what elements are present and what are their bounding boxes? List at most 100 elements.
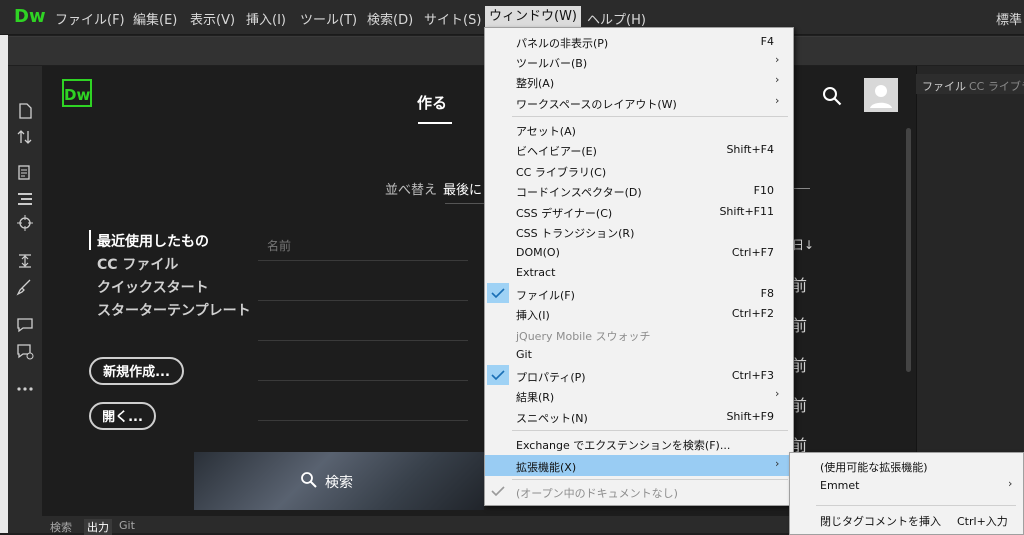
table-row-divider [258, 340, 468, 341]
chevron-right-icon: › [1008, 477, 1013, 490]
shortcut-properties: Ctrl+F3 [731, 369, 774, 382]
nav-starter-templates[interactable]: スターターテンプレート [97, 300, 251, 320]
menu-separator [512, 430, 788, 431]
check-icon [487, 283, 509, 303]
shortcut-code-inspector: F10 [753, 184, 774, 197]
shortcut-files: F8 [760, 287, 774, 300]
submenu-item-emmet[interactable]: Emmet [820, 479, 859, 492]
menu-item-hide-panels[interactable]: パネルの非表示(P) [516, 35, 608, 51]
menu-item-arrange[interactable]: 整列(A) [516, 75, 554, 91]
menu-item-behaviors[interactable]: ビヘイビアー(E) [516, 143, 597, 159]
code-inspect-icon[interactable] [16, 164, 34, 182]
table-row-divider [258, 380, 468, 381]
brush-icon[interactable] [16, 278, 34, 296]
table-row-divider [258, 260, 468, 261]
nav-cc-files[interactable]: CC ファイル [97, 254, 178, 274]
shortcut-css-designer: Shift+F11 [719, 205, 774, 218]
chevron-right-icon: › [775, 53, 780, 66]
shortcut-behaviors: Shift+F4 [726, 143, 774, 156]
menu-item-assets[interactable]: アセット(A) [516, 123, 576, 139]
menu-item-css-transitions[interactable]: CSS トランジション(R) [516, 225, 634, 241]
expand-collapse-icon[interactable] [16, 252, 34, 270]
submenu-item-available: (使用可能な拡張機能) [820, 461, 928, 474]
scrollbar[interactable] [906, 128, 911, 372]
column-header-name[interactable]: 名前 [267, 237, 291, 254]
search-icon[interactable] [822, 86, 842, 109]
tab-create[interactable]: 作る [417, 92, 447, 113]
workspace-label[interactable]: 標準 [996, 9, 1022, 28]
sort-underline [445, 203, 485, 204]
sort-label: 並べ替え [385, 183, 438, 198]
menu-insert[interactable]: 挿入(I) [246, 9, 286, 28]
window-edge [0, 34, 8, 533]
column-header-date[interactable]: 日↓ [792, 236, 814, 253]
chevron-right-icon: › [775, 457, 780, 470]
start-logo: Dw [62, 79, 92, 107]
search-banner-text: 検索 [325, 475, 353, 491]
shortcut-dom: Ctrl+F7 [731, 246, 774, 259]
chevron-right-icon: › [775, 94, 780, 107]
submenu-item-insert-close-tag-comment[interactable]: 閉じタグコメントを挿入 [820, 513, 941, 529]
menu-item-properties[interactable]: プロパティ(P) [516, 369, 586, 385]
nav-selected-marker [89, 230, 91, 250]
menu-item-snippets[interactable]: スニペット(N) [516, 410, 588, 426]
menu-item-no-documents: (オープン中のドキュメントなし) [516, 487, 678, 500]
sort-dropdown[interactable]: 最後に [443, 179, 482, 198]
tab-git[interactable]: Git [119, 519, 135, 532]
nav-recent[interactable]: 最近使用したもの [97, 231, 209, 251]
tool-rail [8, 66, 43, 516]
menu-find[interactable]: 検索(D) [367, 9, 413, 28]
nav-quick-start[interactable]: クイックスタート [97, 277, 209, 297]
menu-window[interactable]: ウィンドウ(W) [485, 6, 581, 28]
menu-site[interactable]: サイト(S) [424, 9, 481, 28]
format-source-icon[interactable] [16, 190, 34, 208]
target-icon[interactable] [16, 214, 34, 232]
menu-file[interactable]: ファイル(F) [55, 9, 125, 28]
menu-item-css-designer[interactable]: CSS デザイナー(C) [516, 205, 612, 221]
menu-item-extensions[interactable]: 拡張機能(X) [516, 459, 576, 475]
menu-item-toolbar[interactable]: ツールバー(B) [516, 55, 587, 71]
tab-files[interactable]: ファイル [922, 78, 966, 94]
file-management-icon[interactable] [16, 128, 34, 146]
menu-separator [512, 479, 788, 480]
check-icon [487, 481, 509, 501]
open-document-icon[interactable] [16, 102, 34, 120]
chevron-right-icon: › [775, 387, 780, 400]
shortcut-hide-panels: F4 [760, 35, 774, 48]
menu-item-extract[interactable]: Extract [516, 266, 555, 279]
app-logo: Dw [14, 6, 46, 27]
shortcut-snippets: Shift+F9 [726, 410, 774, 423]
chevron-right-icon: › [775, 73, 780, 86]
menu-view[interactable]: 表示(V) [190, 9, 235, 28]
open-button[interactable]: 開く... [89, 402, 156, 430]
menu-item-exchange[interactable]: Exchange でエクステンションを検索(F)... [516, 437, 730, 453]
menu-separator [816, 505, 1016, 506]
menu-item-jquery-swatches: jQuery Mobile スウォッチ [516, 330, 651, 343]
table-row-divider [258, 300, 468, 301]
search-icon [300, 471, 318, 492]
table-row-divider [258, 420, 468, 421]
menu-tools[interactable]: ツール(T) [300, 9, 357, 28]
comment-icon[interactable] [16, 316, 34, 334]
menu-separator [512, 116, 788, 117]
comment-remove-icon[interactable] [16, 342, 34, 360]
right-panel [916, 66, 1024, 516]
menu-item-workspace-layout[interactable]: ワークスペースのレイアウト(W) [516, 96, 677, 112]
menu-item-insert[interactable]: 挿入(I) [516, 307, 550, 323]
tab-cc-libraries[interactable]: CC ライブラリ [969, 78, 1024, 94]
new-button[interactable]: 新規作成... [89, 357, 184, 385]
menu-item-files[interactable]: ファイル(F) [516, 287, 575, 303]
menu-help[interactable]: ヘルプ(H) [587, 9, 646, 28]
menu-item-code-inspector[interactable]: コードインスペクター(D) [516, 184, 642, 200]
menu-edit[interactable]: 編集(E) [133, 9, 177, 28]
shortcut-insert: Ctrl+F2 [731, 307, 774, 320]
sort-underline-end [792, 188, 810, 189]
shortcut-insert-close-tag-comment: Ctrl+入力 [957, 515, 1008, 528]
menu-item-results[interactable]: 結果(R) [516, 389, 554, 405]
menu-item-cc-libraries[interactable]: CC ライブラリ(C) [516, 164, 606, 180]
more-options-icon[interactable] [16, 380, 34, 398]
avatar[interactable] [864, 78, 898, 112]
check-icon [487, 365, 509, 385]
menu-item-dom[interactable]: DOM(O) [516, 246, 560, 259]
menu-item-git[interactable]: Git [516, 348, 532, 361]
